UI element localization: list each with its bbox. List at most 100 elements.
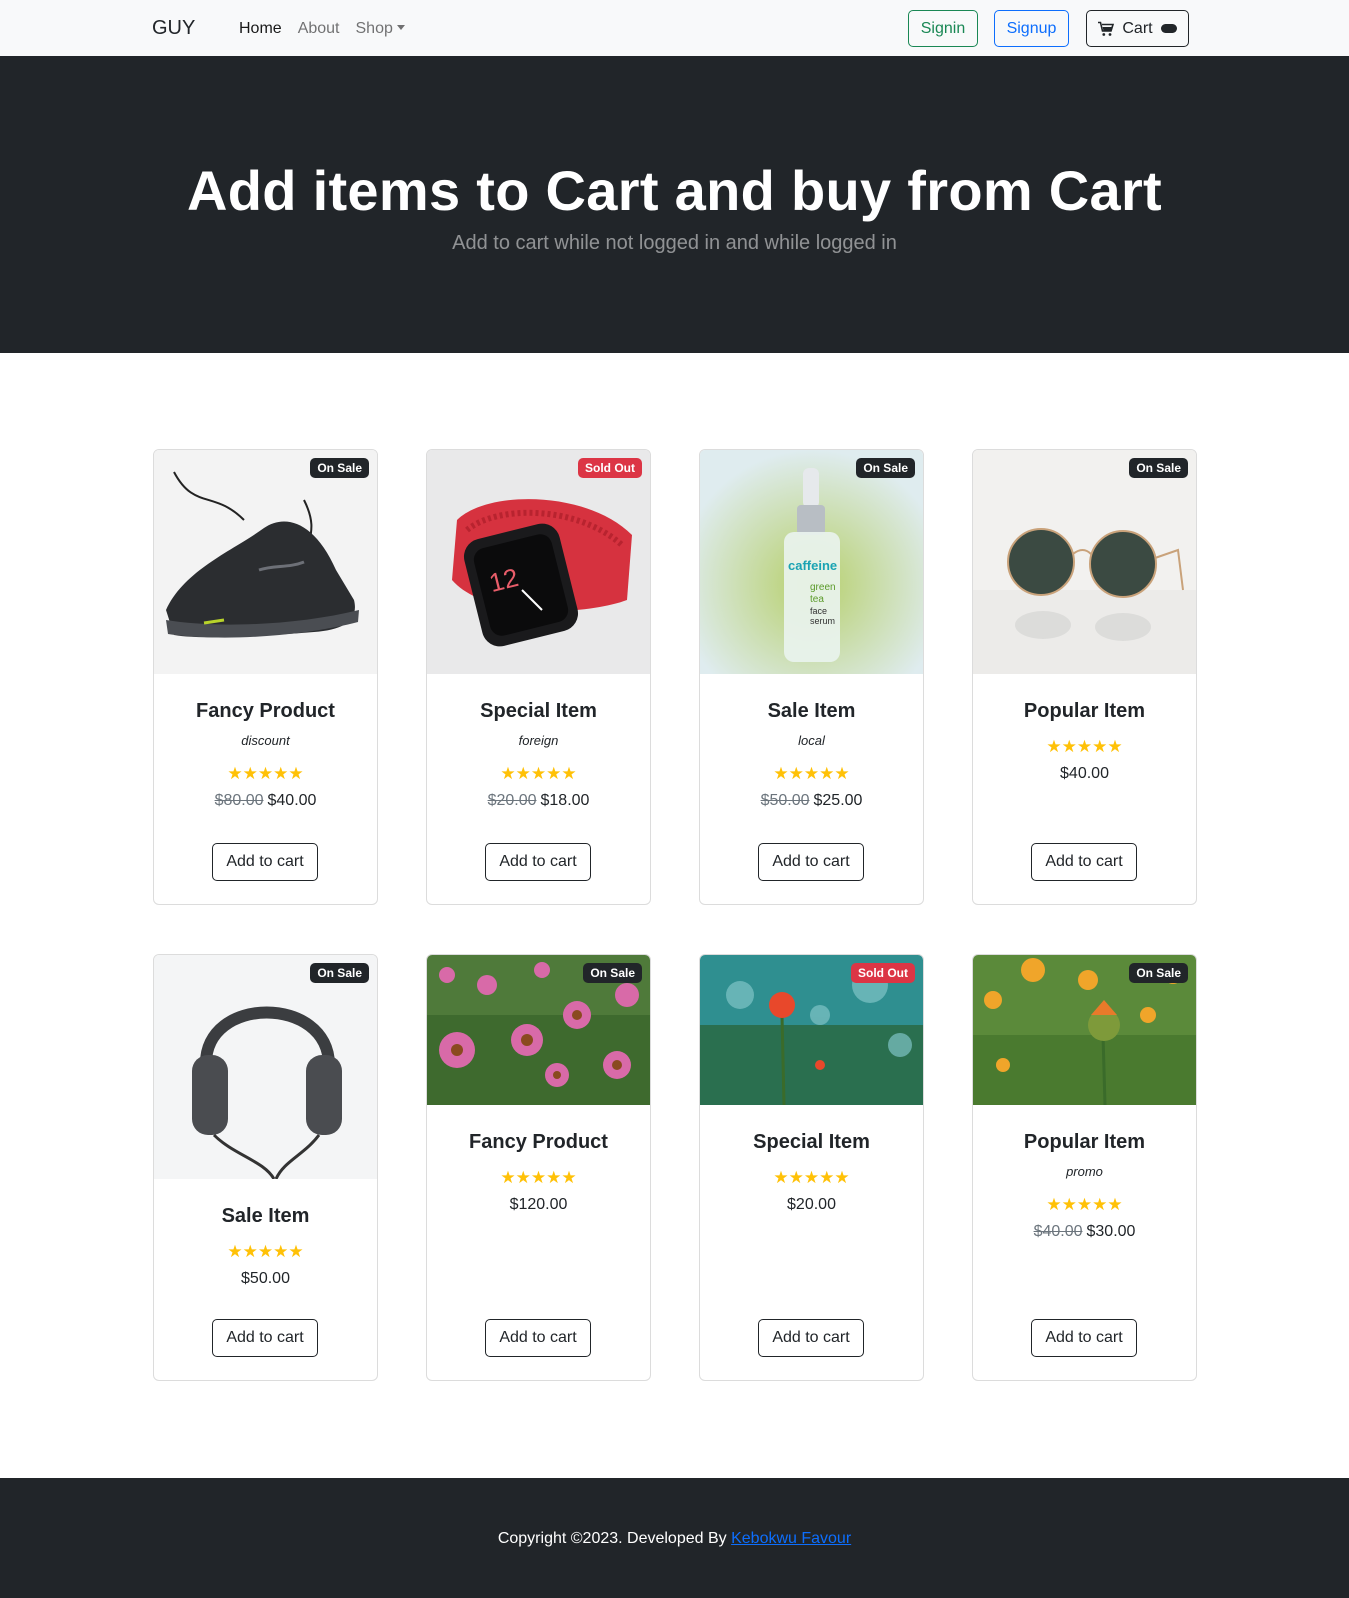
product-title: Sale Item: [767, 700, 856, 722]
nav-link-shop-label: Shop: [355, 20, 393, 37]
cart-label: Cart: [1122, 19, 1153, 37]
status-badge: On Sale: [310, 458, 369, 478]
navbar: GUY Home About Shop Signin Signup Cart: [0, 0, 1349, 56]
signin-button[interactable]: Signin: [908, 10, 978, 47]
product-image-orange-flowers: On Sale: [973, 955, 1196, 1105]
current-price: $20.00: [787, 1196, 836, 1213]
rating-stars-icon: ★★★★★: [1046, 737, 1123, 756]
hero-subtitle: Add to cart while not logged in and whil…: [452, 232, 897, 254]
signup-button[interactable]: Signup: [994, 10, 1069, 47]
product-card: On Sale Fancy Product ★★★★★ $120.00 Add …: [426, 954, 651, 1381]
rating-stars-icon: ★★★★★: [500, 1168, 577, 1187]
product-tag: foreign: [518, 733, 559, 748]
rating-stars-icon: ★★★★★: [500, 764, 577, 783]
caret-down-icon: [396, 25, 405, 30]
product-price: $50.00: [154, 1270, 377, 1288]
product-card: 12 Sold Out Special Item foreign ★★★★★ $…: [426, 449, 651, 905]
product-title: Popular Item: [1023, 1131, 1146, 1153]
product-body: Special Item ★★★★★ $20.00: [700, 1131, 923, 1214]
product-tag: discount: [241, 733, 290, 748]
old-price: $40.00: [1033, 1223, 1083, 1240]
current-price: $25.00: [813, 792, 863, 809]
footer-copyright: Copyright ©2023. Developed By Kebokwu Fa…: [0, 1530, 1349, 1548]
add-to-cart-button[interactable]: Add to cart: [1031, 843, 1137, 881]
svg-text:tea: tea: [810, 594, 824, 605]
svg-text:green: green: [810, 582, 836, 593]
product-price: $120.00: [427, 1196, 650, 1214]
product-title: Special Item: [753, 1131, 870, 1153]
hero-title: Add items to Cart and buy from Cart: [186, 159, 1163, 222]
old-price: $80.00: [214, 792, 264, 809]
rating-stars-icon: ★★★★★: [773, 1168, 850, 1187]
product-tag: promo: [1066, 1164, 1103, 1179]
current-price: $18.00: [540, 792, 590, 809]
status-badge: Sold Out: [578, 458, 642, 478]
product-body: Popular Item ★★★★★ $40.00: [973, 700, 1196, 783]
status-badge: On Sale: [1129, 963, 1188, 983]
product-price: $40.00 $30.00: [973, 1223, 1196, 1241]
product-image-smartwatch: 12 Sold Out: [427, 450, 650, 674]
product-body: Fancy Product discount ★★★★★ $80.00 $40.0…: [154, 700, 377, 810]
rating-stars-icon: ★★★★★: [227, 764, 304, 783]
product-card: On Sale Popular Item ★★★★★ $40.00 Add to…: [972, 449, 1197, 905]
rating-stars-icon: ★★★★★: [227, 1242, 304, 1261]
brand-logo[interactable]: GUY: [152, 17, 195, 40]
old-price: $20.00: [487, 792, 537, 809]
copyright-text: Copyright ©2023. Developed By: [497, 1530, 732, 1547]
rating-stars-icon: ★★★★★: [773, 764, 850, 783]
product-card: On Sale Popular Item promo ★★★★★ $40.00 $…: [972, 954, 1197, 1381]
old-price: $50.00: [760, 792, 810, 809]
nav-link-home[interactable]: Home: [239, 20, 282, 38]
product-price: $20.00 $18.00: [427, 792, 650, 810]
status-badge: On Sale: [310, 963, 369, 983]
product-title: Popular Item: [1023, 700, 1146, 722]
add-to-cart-button[interactable]: Add to cart: [758, 1319, 864, 1357]
add-to-cart-button[interactable]: Add to cart: [1031, 1319, 1137, 1357]
current-price: $40.00: [267, 792, 317, 809]
product-price: $40.00: [973, 765, 1196, 783]
product-title: Fancy Product: [469, 1131, 608, 1153]
current-price: $120.00: [509, 1196, 568, 1213]
current-price: $40.00: [1060, 765, 1109, 782]
add-to-cart-button[interactable]: Add to cart: [485, 843, 591, 881]
status-badge: Sold Out: [851, 963, 915, 983]
status-badge: On Sale: [583, 963, 642, 983]
svg-text:serum: serum: [810, 616, 835, 626]
svg-text:caffeine: caffeine: [788, 558, 837, 573]
add-to-cart-button[interactable]: Add to cart: [758, 843, 864, 881]
product-image-pink-flowers: On Sale: [427, 955, 650, 1105]
hero-banner: Add items to Cart and buy from Cart Add …: [0, 56, 1349, 353]
product-tag: local: [798, 733, 825, 748]
product-card: On Sale Fancy Product discount ★★★★★ $80…: [153, 449, 378, 905]
add-to-cart-button[interactable]: Add to cart: [485, 1319, 591, 1357]
product-image-sunglasses: On Sale: [973, 450, 1196, 674]
add-to-cart-button[interactable]: Add to cart: [212, 843, 318, 881]
product-card: Sold Out Special Item ★★★★★ $20.00 Add t…: [699, 954, 924, 1381]
status-badge: On Sale: [856, 458, 915, 478]
product-price: $50.00 $25.00: [700, 792, 923, 810]
nav-links: Home About Shop: [239, 20, 405, 38]
add-to-cart-button[interactable]: Add to cart: [212, 1319, 318, 1357]
current-price: $30.00: [1086, 1223, 1136, 1240]
product-card: caffeine green tea face serum On Sale Sa…: [699, 449, 924, 905]
product-image-serum-bottle: caffeine green tea face serum On Sale: [700, 450, 923, 674]
product-title: Fancy Product: [196, 700, 335, 722]
product-body: Sale Item local ★★★★★ $50.00 $25.00: [700, 700, 923, 810]
product-body: Fancy Product ★★★★★ $120.00: [427, 1131, 650, 1214]
product-price: $20.00: [700, 1196, 923, 1214]
product-image-headphones: On Sale: [154, 955, 377, 1179]
nav-dropdown-shop[interactable]: Shop: [356, 20, 405, 38]
product-title: Sale Item: [221, 1205, 310, 1227]
status-badge: On Sale: [1129, 458, 1188, 478]
developer-link[interactable]: Kebokwu Favour: [731, 1530, 851, 1547]
nav-link-about[interactable]: About: [298, 20, 340, 38]
product-body: Sale Item ★★★★★ $50.00: [154, 1205, 377, 1288]
cart-button[interactable]: Cart: [1086, 10, 1189, 47]
product-title: Special Item: [480, 700, 597, 722]
product-card: On Sale Sale Item ★★★★★ $50.00 Add to ca…: [153, 954, 378, 1381]
product-image-red-poppy: Sold Out: [700, 955, 923, 1105]
svg-text:face: face: [810, 606, 827, 616]
product-body: Popular Item promo ★★★★★ $40.00 $30.00: [973, 1131, 1196, 1241]
product-image-sneaker: On Sale: [154, 450, 377, 674]
footer: Copyright ©2023. Developed By Kebokwu Fa…: [0, 1478, 1349, 1598]
